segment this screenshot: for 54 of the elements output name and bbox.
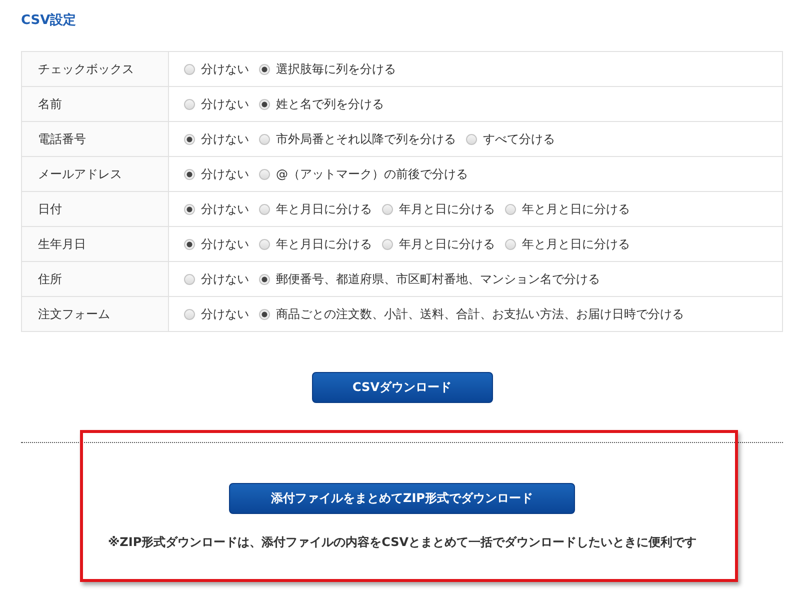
- radio-button[interactable]: [184, 98, 195, 110]
- radio-button[interactable]: [184, 204, 195, 214]
- radio-button[interactable]: [184, 274, 195, 284]
- option-label[interactable]: 年と月と日に分ける: [522, 200, 630, 218]
- radio-button[interactable]: [259, 134, 270, 144]
- option-label[interactable]: 年と月日に分ける: [276, 200, 372, 218]
- setting-label: メールアドレス: [22, 157, 169, 191]
- setting-label: 日付: [22, 192, 169, 226]
- radio-button[interactable]: [382, 204, 393, 214]
- option-label[interactable]: 市外局番とそれ以降で列を分ける: [276, 130, 456, 148]
- radio-button[interactable]: [259, 64, 270, 74]
- section-heading: CSV設定: [21, 12, 78, 30]
- option-label[interactable]: 分けない: [201, 60, 249, 78]
- radio-button[interactable]: [505, 204, 516, 214]
- option-label[interactable]: 年月と日に分ける: [399, 236, 495, 252]
- option-label[interactable]: 年と月日に分ける: [276, 236, 372, 252]
- zip-download-button[interactable]: 添付ファイルをまとめてZIP形式でダウンロード: [229, 483, 575, 514]
- option-label[interactable]: 分けない: [201, 200, 249, 218]
- setting-label: チェックボックス: [22, 52, 169, 86]
- setting-label: 生年月日: [22, 227, 169, 261]
- option-label[interactable]: 分けない: [201, 96, 249, 112]
- radio-button[interactable]: [184, 64, 195, 74]
- option-label[interactable]: @（アットマーク）の前後で分ける: [276, 166, 468, 182]
- radio-button[interactable]: [259, 308, 270, 320]
- radio-button[interactable]: [184, 134, 195, 144]
- radio-button[interactable]: [259, 168, 270, 180]
- radio-button[interactable]: [259, 204, 270, 214]
- setting-label: 電話番号: [22, 122, 169, 156]
- option-label[interactable]: 分けない: [201, 166, 249, 182]
- radio-button[interactable]: [259, 238, 270, 250]
- radio-button[interactable]: [382, 238, 393, 250]
- option-label[interactable]: 選択肢毎に列を分ける: [276, 60, 396, 78]
- option-label[interactable]: 姓と名で列を分ける: [276, 96, 384, 112]
- option-label[interactable]: 商品ごとの注文数、小計、送料、合計、お支払い方法、お届け日時で分ける: [276, 306, 684, 322]
- radio-button[interactable]: [184, 238, 195, 250]
- radio-button[interactable]: [466, 134, 477, 144]
- option-label[interactable]: 年と月と日に分ける: [522, 236, 630, 252]
- radio-button[interactable]: [259, 274, 270, 284]
- radio-button[interactable]: [184, 168, 195, 180]
- option-label[interactable]: 分けない: [201, 270, 249, 288]
- setting-label: 住所: [22, 262, 169, 296]
- option-label[interactable]: 郵便番号、都道府県、市区町村番地、マンション名で分ける: [276, 270, 600, 288]
- option-label[interactable]: 年月と日に分ける: [399, 200, 495, 218]
- option-label[interactable]: すべて分ける: [483, 130, 555, 148]
- radio-button[interactable]: [184, 308, 195, 320]
- option-label[interactable]: 分けない: [201, 130, 249, 148]
- option-label[interactable]: 分けない: [201, 236, 249, 252]
- csv-download-button[interactable]: CSVダウンロード: [312, 372, 492, 403]
- setting-label: 注文フォーム: [22, 297, 169, 331]
- setting-label: 名前: [22, 87, 169, 121]
- radio-button[interactable]: [259, 98, 270, 110]
- zip-note: ※ZIP形式ダウンロードは、添付ファイルの内容をCSVとまとめて一括でダウンロードしたいときに便利です: [108, 534, 698, 551]
- option-label[interactable]: 分けない: [201, 306, 249, 322]
- radio-button[interactable]: [505, 238, 516, 250]
